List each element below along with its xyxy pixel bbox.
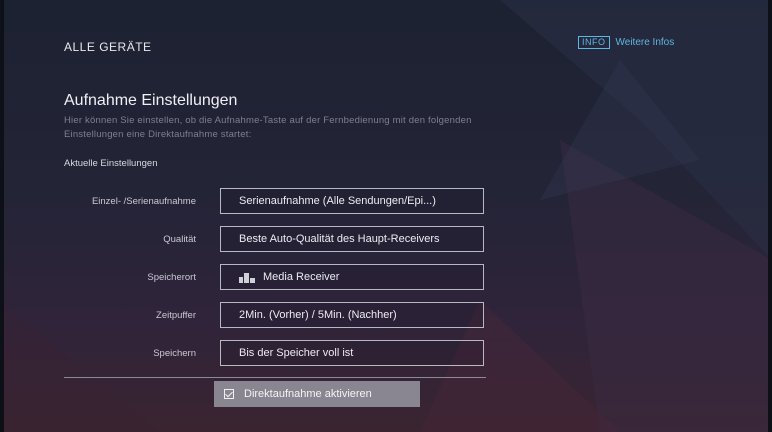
page-header-title: ALLE GERÄTE: [64, 40, 152, 54]
screen-frame: [0, 0, 772, 432]
direct-recording-toggle[interactable]: Direktaufnahme aktivieren: [214, 381, 420, 407]
quality-label: Qualität: [163, 234, 196, 245]
section-title: Aufnahme Einstellungen: [64, 92, 238, 109]
checkbox-checked-icon[interactable]: [224, 389, 234, 399]
recording-type-value: Serienaufnahme (Alle Sendungen/Epi...): [239, 195, 436, 207]
more-info-link[interactable]: Weitere Infos: [616, 37, 675, 48]
info-badge[interactable]: INFO: [578, 36, 610, 49]
quality-field[interactable]: Beste Auto-Qualität des Haupt-Receivers: [220, 226, 484, 252]
recording-type-field[interactable]: Serienaufnahme (Alle Sendungen/Epi...): [220, 188, 484, 214]
save-mode-value: Bis der Speicher voll ist: [239, 347, 354, 359]
direct-recording-label: Direktaufnahme aktivieren: [244, 388, 372, 400]
recording-type-label: Einzel- /Serienaufnahme: [91, 196, 196, 207]
storage-location-field[interactable]: Media Receiver: [220, 264, 484, 290]
time-buffer-value: 2Min. (Vorher) / 5Min. (Nachher): [239, 309, 397, 321]
info-area[interactable]: INFO Weitere Infos: [578, 36, 674, 49]
divider: [64, 377, 486, 378]
save-mode-label: Speichern: [153, 348, 196, 359]
save-mode-field[interactable]: Bis der Speicher voll ist: [220, 340, 484, 366]
section-description: Hier können Sie einstellen, ob die Aufna…: [64, 115, 472, 140]
storage-location-label: Speicherort: [147, 272, 196, 283]
current-settings-label: Aktuelle Einstellungen: [64, 158, 158, 169]
quality-value: Beste Auto-Qualität des Haupt-Receivers: [239, 233, 440, 245]
media-receiver-icon: [239, 271, 255, 283]
storage-location-value: Media Receiver: [263, 271, 340, 283]
time-buffer-label: Zeitpuffer: [156, 310, 196, 321]
time-buffer-field[interactable]: 2Min. (Vorher) / 5Min. (Nachher): [220, 302, 484, 328]
